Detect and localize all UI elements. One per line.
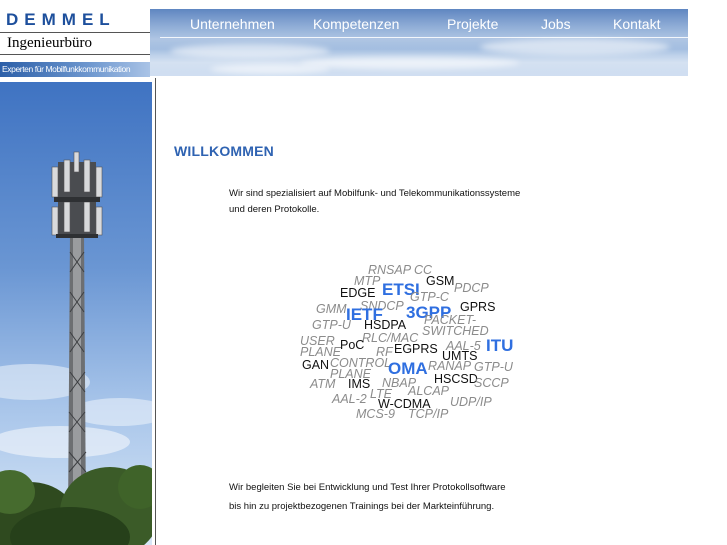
cloud-word: PoC: [340, 338, 365, 352]
logo-subtitle: Ingenieurbüro: [7, 35, 92, 51]
cloud-word: GTP-C: [410, 290, 449, 304]
cloud-word: EGPRS: [394, 342, 438, 356]
nav-header: Unternehmen Kompetenzen Projekte Jobs Ko…: [150, 9, 688, 76]
cloud-word: GPRS: [460, 300, 496, 314]
cloud-word: SCCP: [474, 376, 509, 390]
intro-text: Wir sind spezialisiert auf Mobilfunk- un…: [229, 186, 569, 218]
cloud-word: OMA: [388, 359, 428, 378]
outro-line: bis hin zu projektbezogenen Trainings be…: [229, 501, 495, 512]
cell-tower-photo: [0, 82, 152, 545]
intro-line: Wir sind spezialisiert auf Mobilfunk- un…: [229, 188, 521, 199]
cloud-word: IMS: [348, 377, 371, 391]
logo-divider: [0, 32, 150, 33]
logo-wordmark: DEMMEL: [6, 10, 116, 29]
cloud-word: ALCAP: [408, 384, 449, 398]
cloud-word: TCP/IP: [408, 407, 449, 421]
cloud-word: HSDPA: [364, 318, 407, 332]
logo[interactable]: DEMMEL Ingenieurbüro Experten für Mobilf…: [0, 0, 150, 78]
nav-item-jobs[interactable]: Jobs: [541, 16, 571, 32]
word-cloud: RNSAP CC MTP GSM EDGE ETSI PDCP GTP-C GM…: [296, 258, 536, 428]
outro-line: Wir begleiten Sie bei Entwicklung und Te…: [229, 482, 506, 493]
cell-tower-illustration: [0, 151, 152, 545]
cloud-word: UDP/IP: [450, 395, 492, 409]
cloud-word: PDCP: [454, 281, 489, 295]
nav-underline: [160, 37, 688, 38]
cloud-word: GAN: [302, 358, 330, 372]
sky-cloud-decor: [210, 64, 330, 74]
cloud-word: GTP-U: [312, 318, 351, 332]
cloud-word: RANAP: [428, 359, 472, 373]
cloud-word: GSM: [426, 274, 455, 288]
logo-divider: [0, 54, 150, 55]
cloud-word: AAL-2: [332, 392, 367, 406]
nav-item-kompetenzen[interactable]: Kompetenzen: [313, 16, 399, 32]
sky-cloud-decor: [480, 39, 670, 55]
nav-item-projekte[interactable]: Projekte: [447, 16, 498, 32]
cloud-word: ATM: [310, 377, 336, 391]
nav-item-unternehmen[interactable]: Unternehmen: [190, 16, 275, 32]
tagline-banner: Experten für Mobilfunkkommunikation: [0, 62, 150, 77]
cloud-word: EDGE: [340, 286, 376, 300]
sky-cloud-decor: [300, 57, 520, 69]
page-title: WILLKOMMEN: [174, 143, 274, 159]
nav-item-kontakt[interactable]: Kontakt: [613, 16, 660, 32]
cloud-word: MCS-9: [356, 407, 395, 421]
cloud-word: ITU: [486, 336, 514, 355]
cloud-word: SWITCHED: [422, 324, 489, 338]
sky-cloud-decor: [170, 44, 330, 58]
outro-text: Wir begleiten Sie bei Entwicklung und Te…: [229, 478, 589, 516]
content-divider: [155, 78, 156, 545]
cloud-word: GMM: [316, 302, 347, 316]
intro-line: und deren Protokolle.: [229, 204, 320, 215]
cloud-word: GTP-U: [474, 360, 513, 374]
